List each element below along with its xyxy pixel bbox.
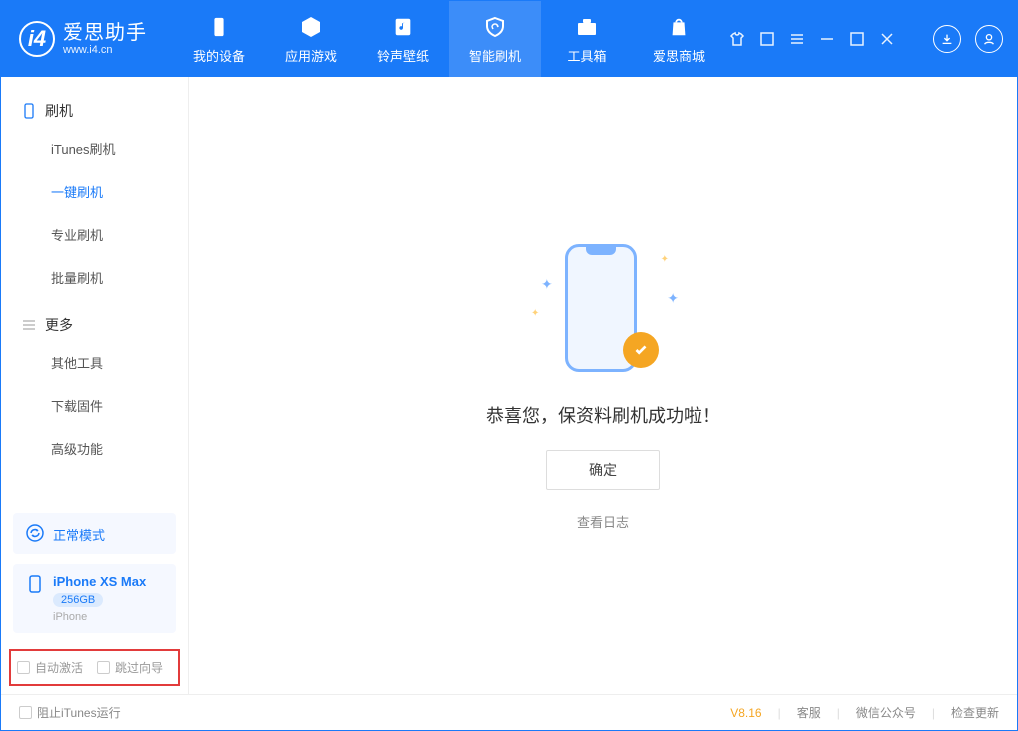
app-url: www.i4.cn — [63, 44, 147, 56]
option-label: 阻止iTunes运行 — [37, 704, 121, 721]
sidebar-item-oneclick-flash[interactable]: 一键刷机 — [1, 170, 188, 213]
version-label: V8.16 — [730, 706, 761, 720]
option-label: 跳过向导 — [115, 659, 163, 676]
footer: 阻止iTunes运行 V8.16 | 客服 | 微信公众号 | 检查更新 — [1, 694, 1017, 730]
support-link[interactable]: 客服 — [797, 704, 821, 721]
refresh-shield-icon — [482, 14, 508, 40]
block-itunes-checkbox[interactable]: 阻止iTunes运行 — [19, 704, 121, 721]
main-tabs: 我的设备 应用游戏 铃声壁纸 智能刷机 工具箱 爱思商城 — [173, 1, 725, 77]
wechat-link[interactable]: 微信公众号 — [856, 704, 916, 721]
window-mode-icon[interactable] — [759, 31, 775, 47]
tshirt-icon[interactable] — [729, 31, 745, 47]
device-card[interactable]: iPhone XS Max 256GB iPhone — [13, 564, 176, 633]
sidebar: 刷机 iTunes刷机 一键刷机 专业刷机 批量刷机 更多 其他工具 下载固件 … — [1, 77, 189, 694]
tab-label: 应用游戏 — [285, 46, 337, 65]
view-log-link[interactable]: 查看日志 — [577, 512, 629, 531]
flash-options-highlight: 自动激活 跳过向导 — [9, 649, 180, 686]
checkbox-icon — [97, 661, 110, 674]
window-controls — [729, 25, 1003, 53]
device-storage-badge: 256GB — [53, 593, 103, 607]
checkmark-badge-icon — [623, 332, 659, 368]
tab-apps-games[interactable]: 应用游戏 — [265, 1, 357, 77]
tab-my-device[interactable]: 我的设备 — [173, 1, 265, 77]
tab-label: 铃声壁纸 — [377, 46, 429, 65]
menu-icon[interactable] — [789, 31, 805, 47]
device-icon — [25, 574, 45, 594]
checkbox-icon — [19, 706, 32, 719]
toolbox-icon — [574, 14, 600, 40]
success-message: 恭喜您，保资料刷机成功啦！ — [486, 402, 720, 428]
bag-icon — [666, 14, 692, 40]
sparkle-icon: ✦ — [667, 290, 679, 307]
sparkle-icon: ✦ — [531, 308, 539, 319]
group-title: 刷机 — [45, 101, 73, 121]
tab-toolbox[interactable]: 工具箱 — [541, 1, 633, 77]
check-update-link[interactable]: 检查更新 — [951, 704, 999, 721]
skip-guide-checkbox[interactable]: 跳过向导 — [97, 659, 163, 676]
app-name: 爱思助手 — [63, 22, 147, 44]
sidebar-group-more: 更多 — [1, 309, 188, 341]
ok-button[interactable]: 确定 — [546, 450, 660, 490]
sidebar-item-advanced[interactable]: 高级功能 — [1, 427, 188, 470]
sidebar-item-batch-flash[interactable]: 批量刷机 — [1, 256, 188, 299]
sidebar-item-pro-flash[interactable]: 专业刷机 — [1, 213, 188, 256]
device-icon — [206, 14, 232, 40]
mode-card[interactable]: 正常模式 — [13, 513, 176, 554]
tab-label: 爱思商城 — [653, 46, 705, 65]
mode-label: 正常模式 — [53, 523, 105, 544]
device-type: iPhone — [53, 611, 146, 623]
sidebar-item-other-tools[interactable]: 其他工具 — [1, 341, 188, 384]
tab-store[interactable]: 爱思商城 — [633, 1, 725, 77]
sparkle-icon: ✦ — [661, 254, 669, 265]
device-name: iPhone XS Max — [53, 574, 146, 589]
tab-label: 我的设备 — [193, 46, 245, 65]
minimize-icon[interactable] — [819, 31, 835, 47]
download-button[interactable] — [933, 25, 961, 53]
logo-badge-icon: i4 — [19, 21, 55, 57]
maximize-icon[interactable] — [849, 31, 865, 47]
option-label: 自动激活 — [35, 659, 83, 676]
success-illustration: ✦ ✦ ✦ ✦ — [523, 240, 683, 380]
tab-smart-flash[interactable]: 智能刷机 — [449, 1, 541, 77]
list-icon — [21, 317, 37, 333]
group-title: 更多 — [45, 315, 73, 335]
sidebar-item-download-firmware[interactable]: 下载固件 — [1, 384, 188, 427]
cube-icon — [298, 14, 324, 40]
checkbox-icon — [17, 661, 30, 674]
sidebar-item-itunes-flash[interactable]: iTunes刷机 — [1, 127, 188, 170]
sync-icon — [25, 523, 45, 543]
close-icon[interactable] — [879, 31, 895, 47]
tab-ringtone-wallpaper[interactable]: 铃声壁纸 — [357, 1, 449, 77]
phone-small-icon — [21, 103, 37, 119]
main-content: ✦ ✦ ✦ ✦ 恭喜您，保资料刷机成功啦！ 确定 查看日志 — [189, 77, 1017, 694]
sparkle-icon: ✦ — [541, 276, 553, 293]
auto-activate-checkbox[interactable]: 自动激活 — [17, 659, 83, 676]
tab-label: 智能刷机 — [469, 46, 521, 65]
logo-text: 爱思助手 www.i4.cn — [63, 22, 147, 56]
sidebar-group-flash: 刷机 — [1, 95, 188, 127]
tab-label: 工具箱 — [567, 46, 606, 65]
app-logo: i4 爱思助手 www.i4.cn — [19, 21, 147, 57]
music-note-icon — [390, 14, 416, 40]
account-button[interactable] — [975, 25, 1003, 53]
app-header: i4 爱思助手 www.i4.cn 我的设备 应用游戏 铃声壁纸 智能刷机 工具… — [1, 1, 1017, 77]
